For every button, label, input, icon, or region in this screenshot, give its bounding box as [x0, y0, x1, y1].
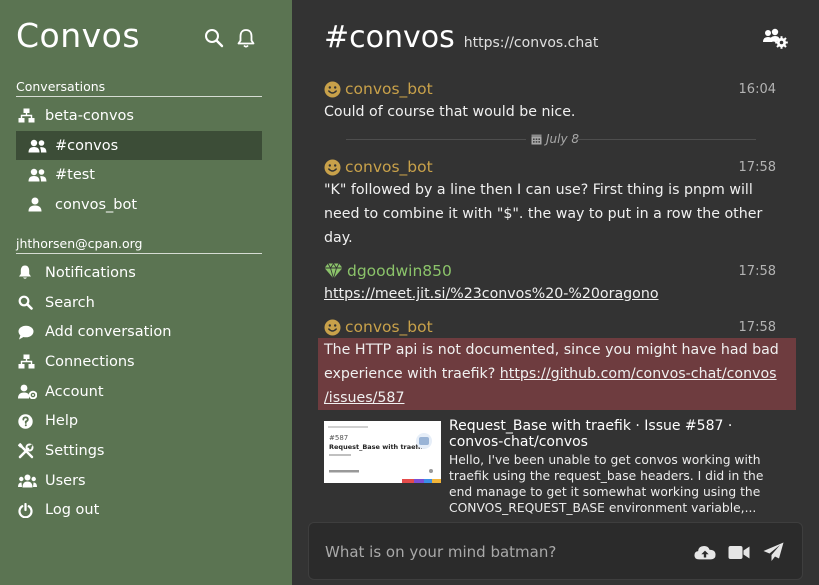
sidebar-item-test[interactable]: #test [16, 160, 262, 190]
sidebar-item-label: convos_bot [55, 196, 138, 213]
message-text: https://meet.jit.si/%23convos%20-%20orag… [324, 282, 786, 306]
sidebar-item-label: Connections [45, 353, 135, 370]
message-nick[interactable]: convos_bot [345, 80, 433, 98]
question-icon [18, 414, 40, 429]
network-icon [18, 108, 40, 123]
sidebar-item-label: Notifications [45, 264, 136, 281]
sidebar-item-label: #convos [55, 137, 119, 154]
page-title: #convos [324, 20, 455, 55]
message-time: 17:58 [738, 320, 776, 335]
message-nick[interactable]: convos_bot [345, 158, 433, 176]
video-icon[interactable] [728, 541, 750, 563]
sidebar-item-notifications[interactable]: Notifications [16, 258, 262, 288]
sidebar-item-add-conversation[interactable]: Add conversation [16, 317, 262, 347]
sidebar-item-label: beta-convos [45, 107, 134, 124]
thumb-issue-number: #587 [329, 434, 348, 442]
link-preview-thumbnail[interactable]: #587 Request_Base with traefik [324, 421, 441, 483]
sidebar-item-settings[interactable]: Settings [16, 436, 262, 466]
message-composer [308, 522, 803, 580]
sidebar-item-label: Users [45, 472, 86, 489]
message-list: convos_bot 16:04 Could of course that wo… [318, 78, 796, 516]
sidebar-item-account[interactable]: Account [16, 377, 262, 407]
sidebar-header-actions [203, 27, 257, 49]
send-icon[interactable] [762, 541, 784, 563]
message: convos_bot 16:04 Could of course that wo… [324, 78, 786, 124]
users-gear-icon[interactable] [762, 28, 788, 50]
search-icon[interactable] [203, 27, 225, 49]
sidebar-item-convos[interactable]: #convos [16, 130, 262, 161]
message-nick[interactable]: convos_bot [345, 318, 433, 336]
account-section-label: jhthorsen@cpan.org [16, 236, 262, 254]
sidebar-item-label: Help [45, 413, 79, 430]
conversations-section-label: Conversations [16, 79, 262, 97]
message: dgoodwin850 17:58 https://meet.jit.si/%2… [324, 260, 786, 306]
power-icon [18, 502, 40, 518]
users-icon [28, 168, 50, 182]
network-icon [18, 354, 40, 369]
sidebar-item-users[interactable]: Users [16, 466, 262, 496]
smile-icon [324, 319, 341, 335]
sidebar-item-label: Add conversation [45, 324, 172, 341]
message-text-highlighted: The HTTP api is not documented, since yo… [318, 338, 796, 410]
upload-icon[interactable] [694, 541, 716, 563]
message-time: 17:58 [738, 264, 776, 279]
smile-icon [324, 81, 341, 97]
calendar-icon [531, 134, 542, 145]
sidebar-item-label: Search [45, 294, 95, 311]
sidebar-item-search[interactable]: Search [16, 288, 262, 318]
message-nick[interactable]: dgoodwin850 [347, 262, 452, 280]
sidebar-item-log-out[interactable]: Log out [16, 496, 262, 526]
smile-icon [324, 159, 341, 175]
day-separator-label: July 8 [545, 132, 580, 146]
message-time: 17:58 [738, 160, 776, 175]
sidebar-item-label: #test [55, 167, 95, 184]
users-icon [18, 474, 40, 488]
comment-icon [18, 325, 40, 340]
link-preview[interactable]: #587 Request_Base with traefik Request_B… [324, 418, 786, 516]
user-icon [28, 197, 50, 212]
day-separator: July 8 [324, 128, 786, 150]
user-gear-icon [18, 384, 40, 400]
conversation-list: beta-convos #convos #test convos_bot [16, 101, 262, 220]
menu-list: Notifications Search Add conversation Co… [16, 258, 262, 525]
message-text: "K" followed by a line then I can use? F… [324, 182, 763, 246]
message-text: Could of course that would be nice. [324, 104, 576, 120]
sidebar-item-beta-convos[interactable]: beta-convos [16, 101, 262, 131]
sidebar-item-label: Settings [45, 442, 105, 459]
bell-icon[interactable] [235, 27, 257, 49]
search-icon [18, 295, 40, 310]
users-icon [28, 139, 50, 153]
gem-icon [324, 263, 343, 279]
link-preview-title[interactable]: Request_Base with traefik · Issue #587 ·… [449, 418, 779, 450]
bell-icon [18, 265, 40, 280]
sidebar-item-label: Log out [45, 502, 100, 519]
message-input[interactable] [325, 541, 685, 563]
message-time: 16:04 [738, 82, 776, 97]
sidebar-item-help[interactable]: Help [16, 406, 262, 436]
link-preview-description: Hello, I've been unable to get convos wo… [449, 453, 764, 515]
sidebar-item-label: Account [45, 383, 104, 400]
message-link[interactable]: https://meet.jit.si/%23convos%20-%20orag… [324, 286, 659, 302]
message: convos_bot 17:58 "K" followed by a line … [324, 156, 786, 250]
sidebar-item-convos-bot[interactable]: convos_bot [16, 190, 262, 220]
main-panel: #convos https://convos.chat convos_bot 1… [292, 0, 819, 585]
app-title[interactable]: Convos [16, 16, 140, 55]
message: convos_bot 17:58 The HTTP api is not doc… [318, 316, 796, 516]
sidebar-item-connections[interactable]: Connections [16, 347, 262, 377]
sidebar: Convos Conversations beta-convos #convos [0, 0, 292, 585]
tools-icon [18, 442, 40, 459]
channel-topic-url[interactable]: https://convos.chat [464, 35, 599, 51]
thumb-issue-title: Request_Base with traefik [329, 443, 425, 451]
channel-header: #convos https://convos.chat [324, 20, 598, 55]
